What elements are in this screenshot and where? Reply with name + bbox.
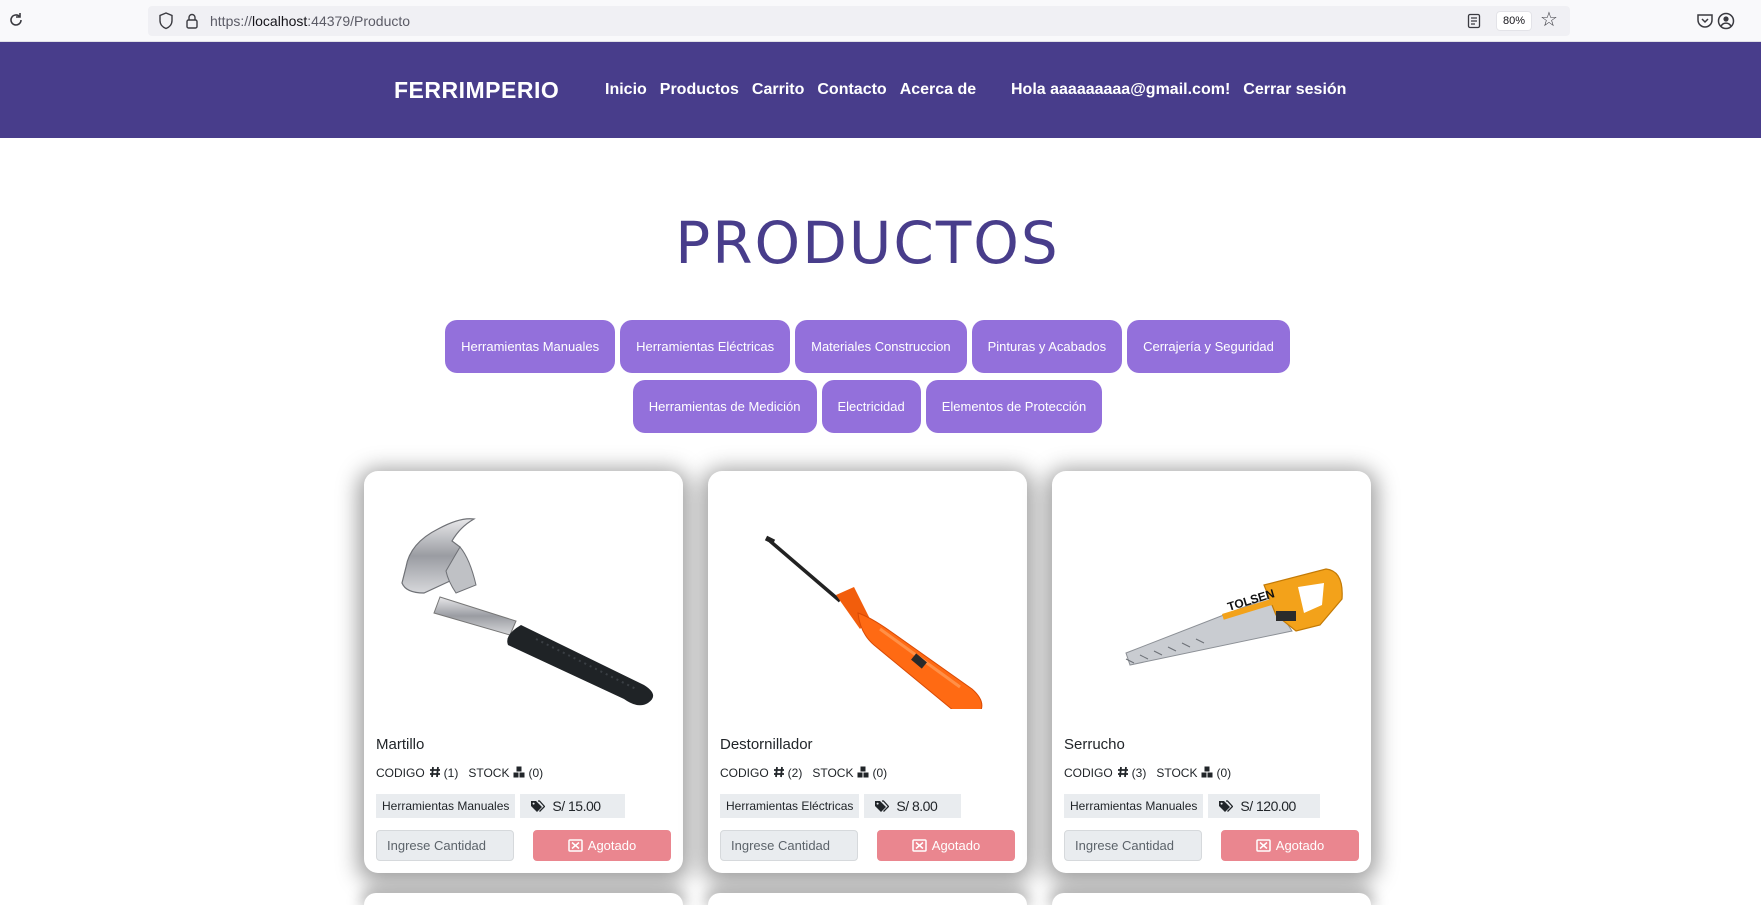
hash-icon — [429, 766, 440, 777]
out-of-stock-label: Agotado — [587, 838, 637, 853]
product-price: S/ 120.00 — [1240, 798, 1296, 814]
nav-link-carrito[interactable]: Carrito — [752, 80, 804, 100]
nav-link-inicio[interactable]: Inicio — [605, 80, 647, 100]
hash-icon — [773, 766, 784, 777]
product-meta: CODIGO (1) STOCK (0) — [376, 764, 543, 781]
nav-link-contacto[interactable]: Contacto — [817, 80, 886, 100]
product-tags: Herramientas Manuales S/ 120.00 — [1064, 794, 1320, 818]
category-button-electricidad[interactable]: Electricidad — [821, 380, 921, 433]
browser-toolbar: https://localhost:44379/Producto 80% ☆ — [0, 0, 1761, 42]
out-of-stock-button[interactable]: Agotado — [1221, 830, 1359, 861]
code-label: CODIGO — [1064, 765, 1113, 780]
product-meta: CODIGO (3) STOCK (0) — [1064, 764, 1231, 781]
out-of-stock-button[interactable]: Agotado — [877, 830, 1015, 861]
product-price-badge: S/ 120.00 — [1208, 794, 1320, 818]
category-button-herramientas-medicion[interactable]: Herramientas de Medición — [632, 380, 817, 433]
cart-x-icon — [1256, 839, 1271, 852]
product-card-partial — [708, 893, 1027, 905]
product-stock: (0) — [872, 765, 888, 780]
address-bar[interactable]: https://localhost:44379/Producto 80% ☆ — [148, 6, 1570, 36]
lock-icon[interactable] — [184, 12, 200, 30]
code-label: CODIGO — [376, 765, 425, 780]
product-name: Serrucho — [1064, 736, 1125, 753]
product-price-badge: S/ 15.00 — [520, 794, 625, 818]
quantity-input[interactable] — [720, 830, 858, 861]
product-tags: Herramientas Manuales S/ 15.00 — [376, 794, 625, 818]
product-name: Martillo — [376, 736, 425, 753]
nav-link-acerca-de[interactable]: Acerca de — [900, 80, 977, 100]
product-stock: (0) — [1216, 765, 1232, 780]
product-grid: Martillo CODIGO (1) STOCK (0) Herramientas … — [364, 471, 1371, 873]
nav-link-productos[interactable]: Productos — [660, 80, 739, 100]
product-category-badge: Herramientas Manuales — [1064, 794, 1204, 818]
product-code: (2) — [787, 765, 803, 780]
cart-x-icon — [568, 839, 583, 852]
zoom-level[interactable]: 80% — [1496, 11, 1532, 31]
product-image-hammer — [376, 489, 671, 709]
boxes-icon — [1201, 766, 1213, 778]
boxes-icon — [857, 766, 869, 778]
code-label: CODIGO — [720, 765, 769, 780]
category-button-materiales-construccion[interactable]: Materiales Construccion — [795, 320, 967, 373]
shield-icon[interactable] — [158, 12, 174, 30]
boxes-icon — [513, 766, 525, 778]
out-of-stock-label: Agotado — [1275, 838, 1325, 853]
bookmark-star-icon[interactable]: ☆ — [1540, 9, 1560, 31]
reader-view-icon[interactable] — [1466, 13, 1482, 29]
tags-icon — [875, 799, 890, 812]
product-card: TOLSEN Serrucho CODIGO (3) STOCK (0) Herram… — [1052, 471, 1371, 873]
category-button-pinturas-acabados[interactable]: Pinturas y Acabados — [971, 320, 1123, 373]
stock-label: STOCK — [468, 765, 510, 780]
product-code: (1) — [443, 765, 459, 780]
reload-icon[interactable] — [6, 10, 26, 30]
product-code: (3) — [1131, 765, 1147, 780]
product-name: Destornillador — [720, 736, 813, 753]
brand-logo[interactable]: FERRIMPERIO — [394, 76, 559, 104]
product-image-screwdriver — [720, 489, 1015, 719]
url-prefix: https:// — [210, 13, 253, 29]
product-card-partial — [1052, 893, 1371, 905]
product-category-badge: Herramientas Eléctricas — [720, 794, 860, 818]
stock-label: STOCK — [1156, 765, 1198, 780]
product-card: Martillo CODIGO (1) STOCK (0) Herramientas … — [364, 471, 683, 873]
nav-links: Inicio Productos Carrito Contacto Acerca… — [605, 80, 976, 100]
logout-link[interactable]: Cerrar sesión — [1243, 80, 1346, 100]
category-button-cerrajeria-seguridad[interactable]: Cerrajería y Seguridad — [1127, 320, 1290, 373]
user-greeting-link[interactable]: Hola aaaaaaaaa@gmail.com! — [1011, 80, 1230, 100]
product-meta: CODIGO (2) STOCK (0) — [720, 764, 887, 781]
account-icon[interactable] — [1717, 12, 1735, 30]
quantity-input[interactable] — [376, 830, 514, 861]
product-price-badge: S/ 8.00 — [864, 794, 962, 818]
category-filter-row-1: Herramientas Manuales Herramientas Eléct… — [0, 320, 1735, 373]
category-filter-row-2: Herramientas de Medición Electricidad El… — [0, 380, 1735, 433]
url-path: :44379/Producto — [307, 13, 411, 29]
category-button-herramientas-manuales[interactable]: Herramientas Manuales — [445, 320, 616, 373]
product-tags: Herramientas Eléctricas S/ 8.00 — [720, 794, 962, 818]
product-stock: (0) — [528, 765, 544, 780]
category-button-herramientas-electricas[interactable]: Herramientas Eléctricas — [620, 320, 791, 373]
stock-label: STOCK — [812, 765, 854, 780]
site-navbar: FERRIMPERIO Inicio Productos Carrito Con… — [0, 42, 1761, 138]
product-image-saw: TOLSEN — [1064, 489, 1359, 709]
hash-icon — [1117, 766, 1128, 777]
product-card-partial — [364, 893, 683, 905]
url-host: localhost — [252, 13, 308, 29]
cart-x-icon — [912, 839, 927, 852]
url-text: https://localhost:44379/Producto — [210, 13, 410, 29]
out-of-stock-label: Agotado — [931, 838, 981, 853]
page-title: PRODUCTOS — [675, 209, 1060, 277]
out-of-stock-button[interactable]: Agotado — [533, 830, 671, 861]
tags-icon — [1219, 799, 1234, 812]
pocket-icon[interactable] — [1696, 12, 1714, 30]
product-price: S/ 15.00 — [552, 798, 601, 814]
category-button-elementos-proteccion[interactable]: Elementos de Protección — [925, 380, 1103, 433]
product-price: S/ 8.00 — [896, 798, 938, 814]
product-category-badge: Herramientas Manuales — [376, 794, 516, 818]
user-menu: Hola aaaaaaaaa@gmail.com! Cerrar sesión — [1011, 80, 1346, 100]
tags-icon — [531, 799, 546, 812]
quantity-input[interactable] — [1064, 830, 1202, 861]
product-card: Destornillador CODIGO (2) STOCK (0) Herrami… — [708, 471, 1027, 873]
